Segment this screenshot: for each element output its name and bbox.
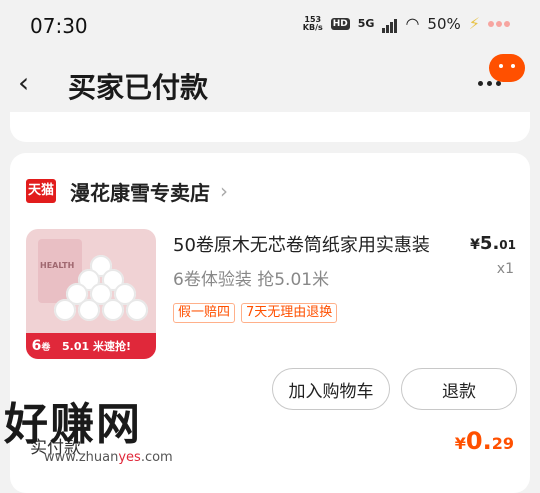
message-bubble-icon[interactable] <box>489 54 525 82</box>
promo-text: 5.01 米速抢! <box>62 340 131 353</box>
product-title[interactable]: 50卷原木无芯卷筒纸家用实惠装 <box>173 231 465 257</box>
product-price: ¥5.01 <box>470 233 516 254</box>
product-image-banner: 6卷 5.01 米速抢! <box>26 333 156 359</box>
shop-header[interactable]: 天猫 漫花康雪专卖店 › <box>26 175 228 207</box>
product-spec: 6卷体验装 抢5.01米 <box>173 270 330 290</box>
charging-icon: ⚡ <box>468 14 480 33</box>
tag-seven-day-return: 7天无理由退换 <box>241 303 338 323</box>
shop-name[interactable]: 漫花康雪专卖店 <box>70 177 210 206</box>
service-tags: 假一赔四 7天无理由退换 <box>173 303 338 323</box>
back-button[interactable]: ‹ <box>18 68 46 100</box>
previous-card-bottom <box>10 112 530 142</box>
battery-level: 50% <box>427 14 461 33</box>
refund-button[interactable]: 退款 <box>401 368 517 410</box>
product-image[interactable]: HEALTH 6卷 5.01 米速抢! <box>26 229 156 359</box>
product-quantity: x1 <box>496 261 514 277</box>
status-icons: 153 KB/s HD 5G ◠ 50% ⚡ <box>303 14 510 33</box>
status-time: 07:30 <box>30 14 88 38</box>
chevron-right-icon[interactable]: › <box>220 179 228 203</box>
watermark-url: www.zhuanyes.com <box>44 450 173 465</box>
payment-total: ¥0.29 <box>454 427 514 455</box>
add-to-cart-button[interactable]: 加入购物车 <box>272 368 390 410</box>
network-speed: 153 KB/s <box>302 14 323 32</box>
tissue-rolls-graphic <box>46 255 156 335</box>
status-bar: 07:30 153 KB/s HD 5G ◠ 50% ⚡ <box>0 0 540 54</box>
wifi-icon: ◠ <box>405 14 420 33</box>
tag-fake-compensation: 假一赔四 <box>173 303 236 323</box>
page-title: 买家已付款 <box>68 71 209 104</box>
notification-dots-icon <box>488 20 510 27</box>
tmall-logo: 天猫 <box>26 179 56 203</box>
signal-icon <box>382 15 398 33</box>
watermark-logo-text: 好赚网 <box>4 399 142 450</box>
site-watermark: 好赚网 www.zhuanyes.com <box>4 388 244 475</box>
hd-icon: HD <box>330 17 350 30</box>
roll-count-badge: 6卷 <box>31 338 51 354</box>
network-type: 5G <box>357 17 375 30</box>
nav-bar: ‹ 买家已付款 <box>0 54 540 118</box>
